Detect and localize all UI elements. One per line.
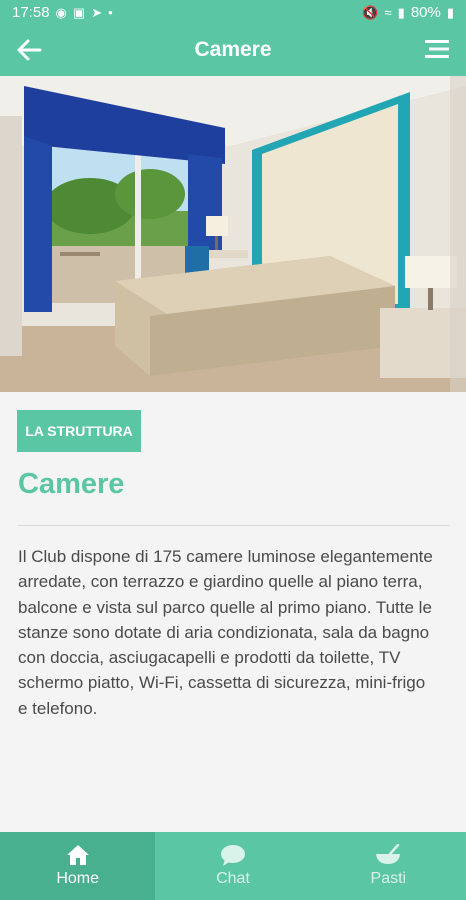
telegram-icon: ➤ — [91, 4, 103, 20]
wifi-icon: ≈ — [384, 4, 392, 20]
room-photo — [0, 76, 466, 392]
section-badge: LA STRUTTURA — [17, 410, 141, 452]
section-description: Il Club dispone di 175 camere luminose e… — [18, 547, 433, 718]
status-left: 17:58 ◉ ▣ ➤ • — [12, 4, 113, 21]
bowl-icon — [376, 844, 401, 864]
nav-pasti[interactable]: Pasti — [311, 832, 466, 900]
nav-home[interactable]: Home — [0, 832, 156, 900]
battery-level: 80% — [410, 3, 441, 21]
nav-home-label: Home — [56, 870, 99, 887]
menu-icon[interactable] — [424, 38, 450, 60]
nav-chat[interactable]: Chat — [155, 832, 310, 900]
signal-icon: ▮ — [397, 4, 405, 20]
back-arrow-icon[interactable] — [14, 36, 44, 64]
page-title: Camere — [194, 38, 272, 61]
mute-icon: 🔇 — [362, 4, 379, 20]
divider — [18, 525, 450, 526]
nav-pasti-label: Pasti — [370, 870, 407, 887]
notification-icon: ◉ — [55, 4, 67, 20]
battery-icon: ▮ — [446, 4, 454, 20]
home-icon — [66, 845, 89, 865]
chat-icon — [220, 845, 245, 866]
bottom-nav: Home Chat Pasti — [0, 832, 466, 900]
app-bar: Camere — [0, 24, 466, 76]
status-time: 17:58 — [12, 3, 50, 21]
dot-icon: • — [108, 4, 113, 20]
content-area: LA STRUTTURA Camere Il Club dispone di 1… — [0, 392, 466, 832]
status-bar: 17:58 ◉ ▣ ➤ • 🔇 ≈ ▮ 80% ▮ — [0, 0, 466, 24]
status-right: 🔇 ≈ ▮ 80% ▮ — [362, 4, 454, 21]
image-icon: ▣ — [72, 4, 86, 20]
nav-chat-label: Chat — [216, 870, 250, 887]
section-title: Camere — [18, 468, 125, 500]
